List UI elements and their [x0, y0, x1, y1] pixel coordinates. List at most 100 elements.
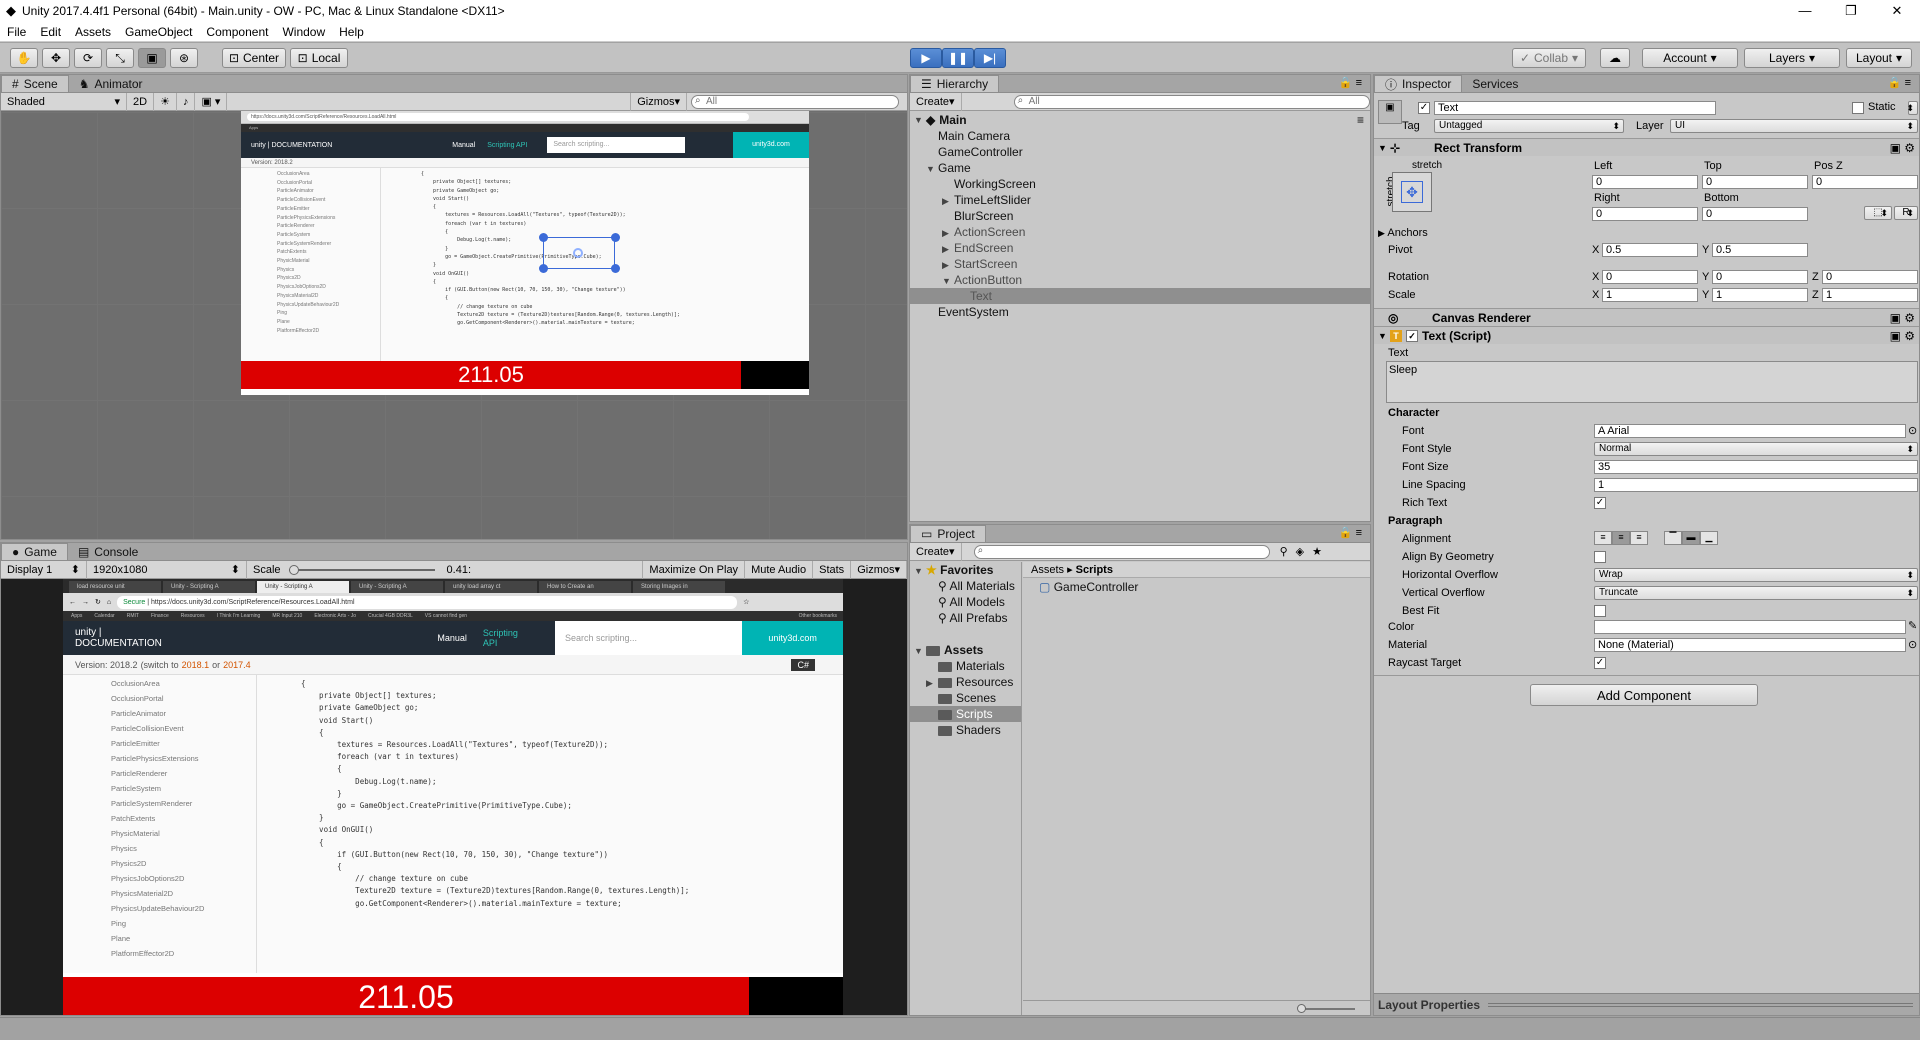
bookmark[interactable]: Apps	[71, 611, 82, 621]
docs-sidebar-item[interactable]: PhysicsUpdateBehaviour2D	[111, 901, 256, 916]
component-enabled-checkbox[interactable]: ✓	[1406, 329, 1418, 342]
align-geometry-checkbox[interactable]	[1594, 551, 1606, 563]
menu-edit[interactable]: Edit	[33, 25, 68, 39]
collab-dropdown[interactable]: ✓ Collab ▾	[1512, 48, 1586, 68]
static-dropdown[interactable]	[1906, 101, 1918, 115]
favorite-item[interactable]: ⚲ All Materials	[910, 578, 1021, 594]
rect-transform-header[interactable]: ▼ ⊹ Rect Transform ▣ ⚙	[1374, 138, 1919, 156]
hierarchy-row-selected[interactable]: Text	[910, 288, 1370, 304]
favorite-star-icon[interactable]: ★	[1312, 545, 1322, 558]
scale-slider[interactable]	[288, 564, 435, 575]
rect-tool-button[interactable]: ▣	[138, 48, 166, 68]
docs-sidebar-item[interactable]: Plane	[111, 931, 256, 946]
version-link[interactable]: 2017.4	[223, 655, 251, 674]
hierarchy-row[interactable]: EventSystem	[910, 304, 1370, 320]
browser-tab[interactable]: unity load array ct	[445, 581, 537, 593]
docs-sidebar-item[interactable]: Physics	[111, 841, 256, 856]
step-button[interactable]: ▶|	[974, 48, 1006, 68]
text-area[interactable]: Sleep	[1386, 361, 1918, 403]
docs-sidebar-item[interactable]: PhysicMaterial	[111, 826, 256, 841]
hierarchy-scene-row[interactable]: ▼ ◆ Main ≡	[910, 112, 1370, 128]
top-input[interactable]: 0	[1702, 175, 1808, 189]
tab-services[interactable]: Services	[1462, 75, 1528, 92]
docs-scripting-link[interactable]: Scripting API	[483, 628, 531, 648]
browser-tab[interactable]: Unity - Scripting A	[163, 581, 255, 593]
hierarchy-row[interactable]: BlurScreen	[910, 208, 1370, 224]
icon-size-slider[interactable]	[1299, 1008, 1355, 1010]
display-dropdown[interactable]: Display 1 ⬍	[1, 560, 87, 579]
rotation-x-input[interactable]: 0	[1602, 270, 1698, 284]
horizontal-overflow-dropdown[interactable]: Wrap	[1594, 568, 1918, 582]
docs-sidebar-item[interactable]: ParticlePhysicsExtensions	[111, 751, 256, 766]
add-component-button[interactable]: Add Component	[1530, 684, 1758, 706]
docs-site-link[interactable]: unity3d.com	[742, 621, 843, 655]
tab-inspector[interactable]: ⓘ Inspector	[1374, 75, 1463, 92]
browser-tab[interactable]: load resource unit	[69, 581, 161, 593]
pivot-x-input[interactable]: 0.5	[1602, 243, 1698, 257]
expand-arrow-icon[interactable]: ▶	[942, 241, 954, 257]
docs-sidebar-item[interactable]: ParticleSystemRenderer	[111, 796, 256, 811]
text-script-header[interactable]: ▼ T ✓ Text (Script) ▣ ⚙	[1374, 326, 1919, 344]
browser-tab[interactable]: Unity - Scripting A	[351, 581, 443, 593]
bookmark[interactable]: Finance	[151, 611, 169, 621]
asset-folder-selected[interactable]: Scripts	[910, 706, 1021, 722]
line-spacing-input[interactable]: 1	[1594, 478, 1918, 492]
menu-gameobject[interactable]: GameObject	[118, 25, 199, 39]
asset-folder[interactable]: ▶ Resources	[910, 674, 1021, 690]
scene-menu-icon[interactable]: ≡	[1357, 112, 1364, 128]
align-left-button[interactable]: ≡	[1594, 531, 1612, 545]
align-bottom-button[interactable]: ▁	[1700, 531, 1718, 545]
scene-gizmos-dropdown[interactable]: Gizmos ▾	[630, 92, 687, 111]
docs-logo[interactable]: unity | DOCUMENTATION	[75, 627, 183, 649]
expand-arrow-icon[interactable]: ▶	[926, 675, 938, 691]
tab-animator[interactable]: ♞ Animator	[69, 75, 153, 92]
2d-toggle[interactable]: 2D	[127, 92, 155, 111]
menu-file[interactable]: File	[0, 25, 33, 39]
scale-y-input[interactable]: 1	[1712, 288, 1808, 302]
hierarchy-row[interactable]: GameController	[910, 144, 1370, 160]
tab-console[interactable]: ▤ Console	[68, 543, 148, 560]
star-icon[interactable]: ☆	[743, 598, 749, 606]
hierarchy-row[interactable]: ▶ TimeLeftSlider	[910, 192, 1370, 208]
pivot-y-input[interactable]: 0.5	[1712, 243, 1808, 257]
docs-sidebar-item[interactable]: ParticleEmitter	[111, 736, 256, 751]
hierarchy-row[interactable]: ▼ ActionButton	[910, 272, 1370, 288]
raw-edit-button[interactable]: R	[1894, 206, 1918, 220]
docs-manual-link[interactable]: Manual	[437, 633, 467, 643]
expand-arrow-icon[interactable]: ▶	[942, 257, 954, 273]
docs-sidebar-item[interactable]: PlatformEffector2D	[111, 946, 256, 961]
component-settings-icon[interactable]: ▣ ⚙	[1890, 329, 1915, 343]
layout-dropdown[interactable]: Layout ▾	[1846, 48, 1912, 68]
layout-properties-bar[interactable]: Layout Properties	[1374, 993, 1919, 1015]
expand-arrow-icon[interactable]: ▼	[914, 563, 926, 579]
tab-hierarchy[interactable]: ☰ Hierarchy	[910, 75, 1000, 92]
font-style-dropdown[interactable]: Normal	[1594, 442, 1918, 456]
object-picker-icon[interactable]: ⊙	[1908, 638, 1917, 651]
scale-tool-button[interactable]: ⤡	[106, 48, 134, 68]
close-button[interactable]: ✕	[1874, 3, 1920, 19]
gizmo-handle[interactable]	[611, 233, 620, 242]
menu-assets[interactable]: Assets	[68, 25, 118, 39]
hierarchy-row[interactable]: Main Camera	[910, 128, 1370, 144]
expand-arrow-icon[interactable]: ▼	[914, 643, 926, 659]
bookmark[interactable]: Calendar	[94, 611, 114, 621]
gizmo-handle[interactable]	[539, 233, 548, 242]
icon-size-thumb[interactable]	[1297, 1004, 1306, 1013]
maximize-on-play-toggle[interactable]: Maximize On Play	[642, 560, 746, 579]
hierarchy-row[interactable]: WorkingScreen	[910, 176, 1370, 192]
asset-folder[interactable]: Shaders	[910, 722, 1021, 738]
eyedropper-icon[interactable]: ✎	[1908, 619, 1917, 632]
bookmark[interactable]: MR Input 210	[272, 611, 302, 621]
docs-sidebar-item[interactable]: ParticleAnimator	[111, 706, 256, 721]
tab-project[interactable]: ▭ Project	[910, 525, 986, 542]
anchors-row[interactable]: ▶ Anchors	[1378, 227, 1428, 239]
object-name-input[interactable]: Text	[1434, 101, 1716, 115]
bookmark[interactable]: Electronic Arts - Jo	[314, 611, 356, 621]
left-input[interactable]: 0	[1592, 175, 1698, 189]
docs-search-input[interactable]: Search scripting...	[554, 621, 743, 655]
menu-component[interactable]: Component	[199, 25, 275, 39]
hierarchy-row[interactable]: ▶ ActionScreen	[910, 224, 1370, 240]
cloud-button[interactable]: ☁	[1600, 48, 1630, 68]
browser-tab[interactable]: How to Create an	[539, 581, 631, 593]
expand-arrow-icon[interactable]: ▼	[926, 161, 938, 177]
